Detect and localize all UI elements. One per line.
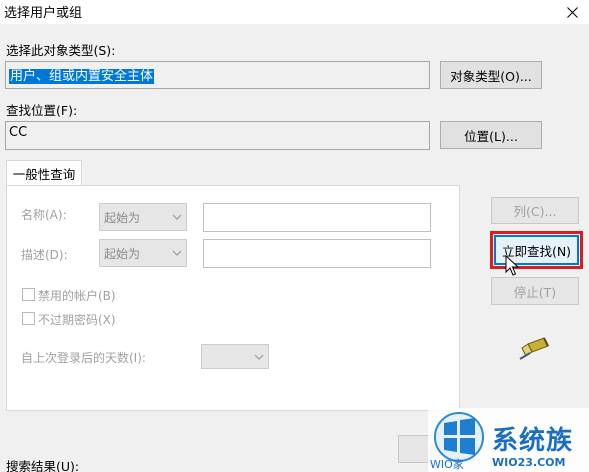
select-users-dialog: 选择用户或组 选择此对象类型(S): 用户、组或内置安全主体 对象类型(O)..… [0,0,589,472]
title-bar: 选择用户或组 [0,0,589,24]
description-match-dropdown[interactable]: 起始为 [99,239,187,267]
tab-label: 一般性查询 [12,167,76,182]
object-types-button[interactable]: 对象类型(O)... [440,61,542,89]
description-input[interactable] [203,239,431,268]
chevron-down-icon [172,214,182,220]
locations-button[interactable]: 位置(L)... [440,121,542,149]
disabled-accounts-checkbox[interactable] [22,288,35,301]
description-label: 描述(D): [21,248,68,262]
tab-common-queries[interactable]: 一般性查询 [6,160,82,186]
chevron-down-icon [172,250,182,256]
chevron-down-icon [254,354,264,360]
close-icon [566,6,578,18]
name-match-dropdown[interactable]: 起始为 [99,203,187,231]
columns-button[interactable]: 列(C)... [491,197,579,224]
days-since-login-label: 自上次登录后的天数(I): [21,351,146,365]
object-type-label: 选择此对象类型(S): [6,43,116,58]
location-field[interactable]: CC [5,121,430,150]
no-expire-password-label: 不过期密码(X) [38,313,116,327]
days-since-login-dropdown[interactable] [201,344,269,369]
location-value: CC [9,125,28,140]
search-results-label: 搜索结果(U): [6,459,80,472]
object-type-value: 用户、组或内置安全主体 [9,69,155,84]
name-label: 名称(A): [21,208,67,222]
no-expire-password-checkbox[interactable] [22,312,35,325]
object-type-field[interactable]: 用户、组或内置安全主体 [5,61,430,89]
site-watermark: 系统族 WIO家 WIO23.COM [428,408,589,472]
disabled-accounts-label: 禁用的帐户(B) [38,289,116,303]
close-button[interactable] [555,0,589,24]
window-title: 选择用户或组 [4,6,83,21]
watermark-site-right: WIO23.COM [492,456,566,469]
location-label: 查找位置(F): [6,103,78,118]
mouse-cursor-icon [505,255,519,276]
watermark-site-left: WIO家 [430,458,464,471]
flashlight-search-icon [519,337,549,360]
name-combo-value: 起始为 [104,210,141,225]
query-panel: 名称(A): 起始为 描述(D): 起始为 禁用的帐户(B) 不过期密码(X) … [6,185,460,411]
stop-button[interactable]: 停止(T) [491,277,579,305]
desc-combo-value: 起始为 [104,246,141,261]
watermark-brand: 系统族 [492,426,574,456]
name-input[interactable] [203,203,431,232]
